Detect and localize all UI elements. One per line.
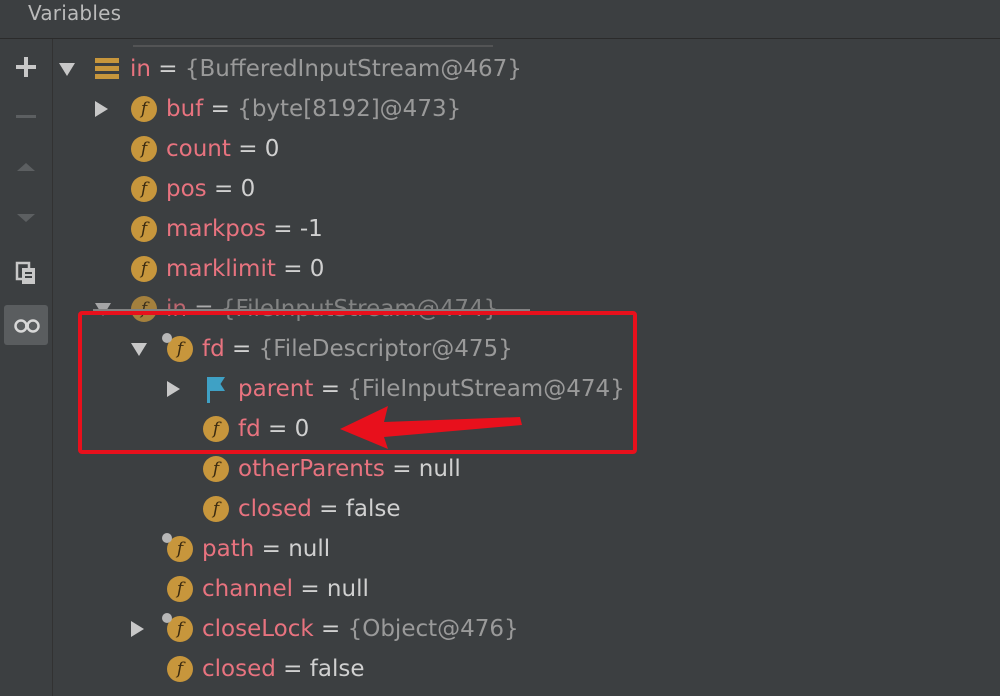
variable-name: closed (238, 496, 312, 522)
variable-name: path (202, 536, 255, 562)
variable-value: false (345, 496, 401, 522)
lock-icon (162, 613, 172, 623)
tree-row[interactable]: in = {BufferedInputStream@467} (53, 49, 1000, 89)
tree-row[interactable]: f closed = false (53, 649, 1000, 689)
show-watches-toggle[interactable] (4, 305, 48, 345)
plus-icon (16, 57, 36, 77)
variable-name: closed (202, 656, 276, 682)
field-icon: f (131, 176, 157, 202)
arrow-down-icon (17, 214, 35, 222)
variable-name: in (130, 56, 151, 82)
minus-icon (16, 115, 36, 118)
copy-button[interactable] (4, 253, 48, 293)
tree-row[interactable]: f buf = {byte[8192]@473} (53, 89, 1000, 129)
variable-name: buf (166, 96, 204, 122)
glasses-icon (14, 319, 40, 333)
field-icon: f (131, 96, 157, 122)
stack-icon (95, 58, 119, 80)
expanded-arrow-icon[interactable] (59, 63, 75, 76)
tree-row[interactable]: f path = null (53, 529, 1000, 569)
variable-value: {Object@476} (347, 616, 519, 642)
tree-row[interactable]: f closeLock = {Object@476} (53, 609, 1000, 649)
move-down-button[interactable] (4, 197, 48, 237)
variable-name: pos (166, 176, 207, 202)
variable-name: count (166, 136, 231, 162)
collapsed-arrow-icon[interactable] (131, 621, 144, 637)
tree-row[interactable]: f count = 0 (53, 129, 1000, 169)
tree-row[interactable]: f markpos = -1 (53, 209, 1000, 249)
copy-icon (15, 261, 35, 284)
variable-value: {BufferedInputStream@467} (184, 56, 522, 82)
variables-toolbar (0, 39, 53, 696)
field-icon: f (203, 496, 229, 522)
variable-value: null (418, 456, 461, 482)
variable-name: closeLock (202, 616, 314, 642)
field-icon: f (162, 613, 193, 642)
variable-value: null (326, 576, 369, 602)
field-icon: f (131, 256, 157, 282)
move-up-button[interactable] (4, 147, 48, 187)
variable-value: 0 (309, 256, 325, 282)
field-icon: f (167, 656, 193, 682)
tree-row[interactable]: f otherParents = null (53, 449, 1000, 489)
variable-value: false (309, 656, 365, 682)
arrow-up-icon (17, 163, 35, 171)
variable-value: 0 (240, 176, 256, 202)
remove-watch-button[interactable] (4, 97, 48, 137)
field-icon: f (162, 533, 193, 562)
collapsed-arrow-icon[interactable] (95, 101, 108, 117)
variable-value: 0 (264, 136, 280, 162)
tree-row[interactable]: f pos = 0 (53, 169, 1000, 209)
variable-name: channel (202, 576, 294, 602)
annotation-arrow-icon (340, 406, 522, 449)
variable-value: null (288, 536, 331, 562)
variable-value: {byte[8192]@473} (237, 96, 462, 122)
partial-top-row (133, 39, 493, 47)
tree-row[interactable]: f channel = null (53, 569, 1000, 609)
variable-name: otherParents (238, 456, 385, 482)
tree-row[interactable]: f closed = false (53, 489, 1000, 529)
tree-row[interactable]: f marklimit = 0 (53, 249, 1000, 289)
variable-value: -1 (299, 216, 323, 242)
field-icon: f (131, 216, 157, 242)
field-icon: f (167, 576, 193, 602)
variable-name: marklimit (166, 256, 276, 282)
add-watch-button[interactable] (4, 47, 48, 87)
variable-name: markpos (166, 216, 266, 242)
field-icon: f (203, 456, 229, 482)
field-icon: f (131, 136, 157, 162)
panel-title: Variables (28, 1, 122, 25)
lock-icon (162, 533, 172, 543)
variables-panel-header: Variables (0, 0, 1000, 39)
